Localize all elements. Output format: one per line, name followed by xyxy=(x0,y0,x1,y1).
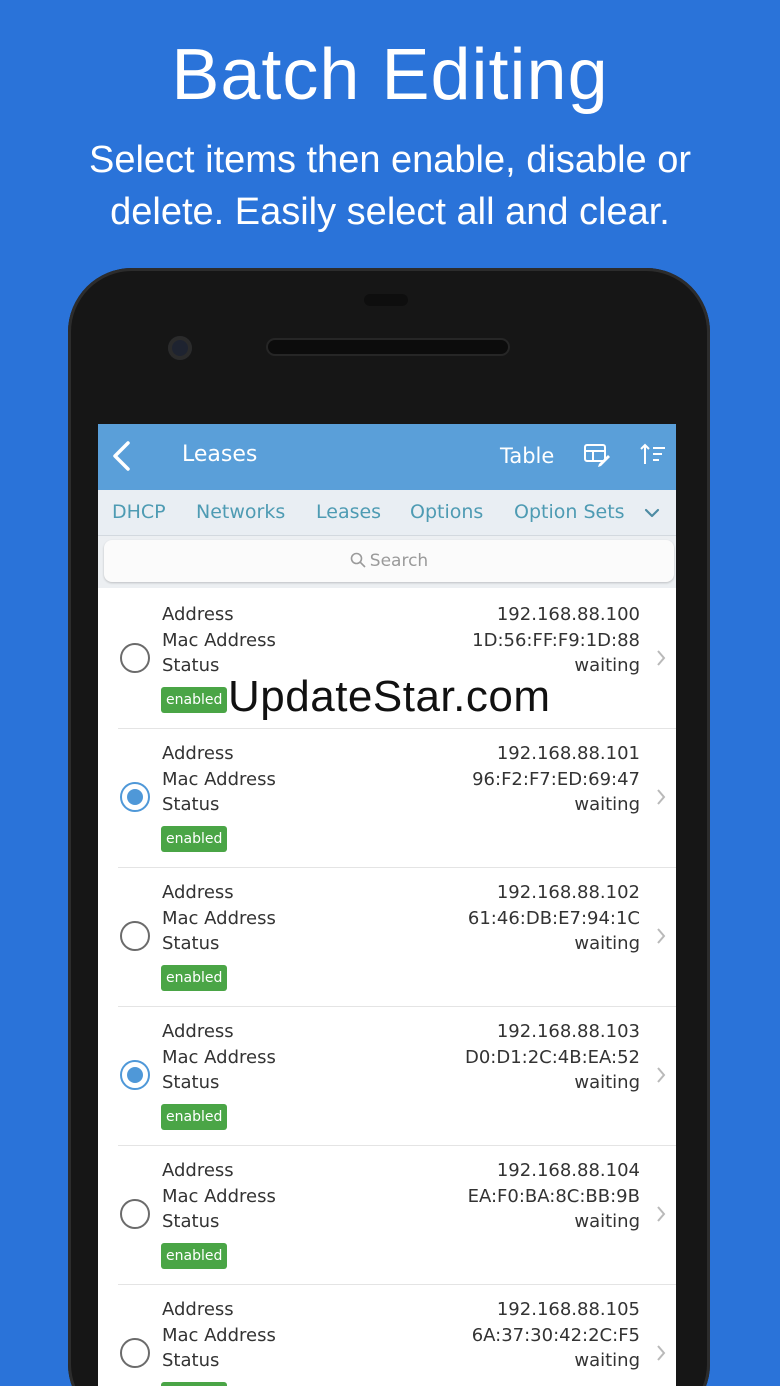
address-value: 192.168.88.100 xyxy=(496,604,640,625)
select-radio[interactable] xyxy=(120,921,150,951)
tab-bar: DHCP Networks Leases Options Option Sets xyxy=(98,490,676,536)
address-label: Address xyxy=(162,1021,234,1042)
edit-table-icon[interactable] xyxy=(582,442,612,472)
status-label: Status xyxy=(162,655,220,676)
tab-leases[interactable]: Leases xyxy=(316,501,381,523)
watermark: UpdateStar.com xyxy=(228,672,551,721)
sort-icon[interactable] xyxy=(638,442,668,472)
select-radio[interactable] xyxy=(120,782,150,812)
address-value: 192.168.88.102 xyxy=(496,882,640,903)
select-radio[interactable] xyxy=(120,643,150,673)
address-value: 192.168.88.105 xyxy=(496,1299,640,1320)
status-label: Status xyxy=(162,1350,220,1371)
mac-value: EA:F0:BA:8C:BB:9B xyxy=(467,1186,640,1207)
chevron-right-icon xyxy=(656,648,666,672)
status-label: Status xyxy=(162,794,220,815)
mac-label: Mac Address xyxy=(162,1186,276,1207)
list-item[interactable]: Address Mac Address Status 192.168.88.103 D0… xyxy=(98,1007,676,1146)
app-screen: Leases Table DHCP Networks Leases Option… xyxy=(98,424,676,1386)
status-badge: enabled xyxy=(161,687,228,713)
chevron-right-icon xyxy=(656,1204,666,1228)
back-chevron-icon xyxy=(113,441,130,471)
status-label: Status xyxy=(162,933,220,954)
status-badge: enabled xyxy=(161,1104,228,1130)
status-badge: enabled xyxy=(161,1382,228,1386)
chevron-right-icon xyxy=(656,926,666,950)
address-label: Address xyxy=(162,882,234,903)
promo-headline: Batch Editing xyxy=(171,35,609,115)
address-value: 192.168.88.103 xyxy=(496,1021,640,1042)
phone-top-slit xyxy=(364,294,408,306)
mac-label: Mac Address xyxy=(162,630,276,651)
status-badge: enabled xyxy=(161,826,228,852)
address-value: 192.168.88.101 xyxy=(496,743,640,764)
chevron-right-icon xyxy=(656,1065,666,1089)
status-badge: enabled xyxy=(161,1243,228,1269)
tab-dhcp[interactable]: DHCP xyxy=(112,501,166,523)
navbar: Leases Table xyxy=(98,424,676,490)
address-label: Address xyxy=(162,604,234,625)
status-label: Status xyxy=(162,1211,220,1232)
radio-dot xyxy=(127,789,143,805)
status-value: waiting xyxy=(574,1350,640,1371)
mac-label: Mac Address xyxy=(162,769,276,790)
status-value: waiting xyxy=(574,655,640,676)
table-button[interactable]: Table xyxy=(500,444,554,468)
status-value: waiting xyxy=(574,1072,640,1093)
promo-subline: Select items then enable, disable or del… xyxy=(88,139,692,233)
list-item[interactable]: Address Mac Address Status 192.168.88.105 6A… xyxy=(98,1285,676,1386)
phone-frame: Leases Table DHCP Networks Leases Option… xyxy=(68,268,710,1386)
tab-options[interactable]: Options xyxy=(410,501,483,523)
tab-option-sets[interactable]: Option Sets xyxy=(514,501,625,523)
radio-dot xyxy=(127,1067,143,1083)
mac-value: 61:46:DB:E7:94:1C xyxy=(467,908,640,929)
list-item[interactable]: Address Mac Address Status 192.168.88.102 61… xyxy=(98,868,676,1007)
status-label: Status xyxy=(162,1072,220,1093)
list-item[interactable]: Address Mac Address Status 192.168.88.104 EA… xyxy=(98,1146,676,1285)
phone-speaker xyxy=(268,340,508,354)
search-input[interactable]: Search xyxy=(104,540,674,582)
search-placeholder: Search xyxy=(369,551,429,571)
list-item[interactable]: Address Mac Address Status 192.168.88.101 96… xyxy=(98,729,676,868)
select-radio[interactable] xyxy=(120,1060,150,1090)
mac-value: 96:F2:F7:ED:69:47 xyxy=(472,769,640,790)
mac-label: Mac Address xyxy=(162,1325,276,1346)
mac-label: Mac Address xyxy=(162,1047,276,1068)
search-icon xyxy=(350,540,366,582)
page-title: Leases xyxy=(182,442,258,467)
search-bar: Search xyxy=(98,536,676,588)
mac-value: D0:D1:2C:4B:EA:52 xyxy=(464,1047,640,1068)
phone-camera xyxy=(168,336,192,360)
status-value: waiting xyxy=(574,933,640,954)
chevron-right-icon xyxy=(656,1343,666,1367)
mac-value: 6A:37:30:42:2C:F5 xyxy=(471,1325,640,1346)
address-label: Address xyxy=(162,1160,234,1181)
select-radio[interactable] xyxy=(120,1338,150,1368)
tab-networks[interactable]: Networks xyxy=(196,501,285,523)
chevron-down-icon[interactable] xyxy=(644,500,660,524)
address-label: Address xyxy=(162,1299,234,1320)
status-value: waiting xyxy=(574,1211,640,1232)
select-radio[interactable] xyxy=(120,1199,150,1229)
status-value: waiting xyxy=(574,794,640,815)
mac-value: 1D:56:FF:F9:1D:88 xyxy=(472,630,640,651)
chevron-right-icon xyxy=(656,787,666,811)
address-value: 192.168.88.104 xyxy=(496,1160,640,1181)
mac-label: Mac Address xyxy=(162,908,276,929)
address-label: Address xyxy=(162,743,234,764)
status-badge: enabled xyxy=(161,965,228,991)
back-button[interactable] xyxy=(106,438,136,474)
